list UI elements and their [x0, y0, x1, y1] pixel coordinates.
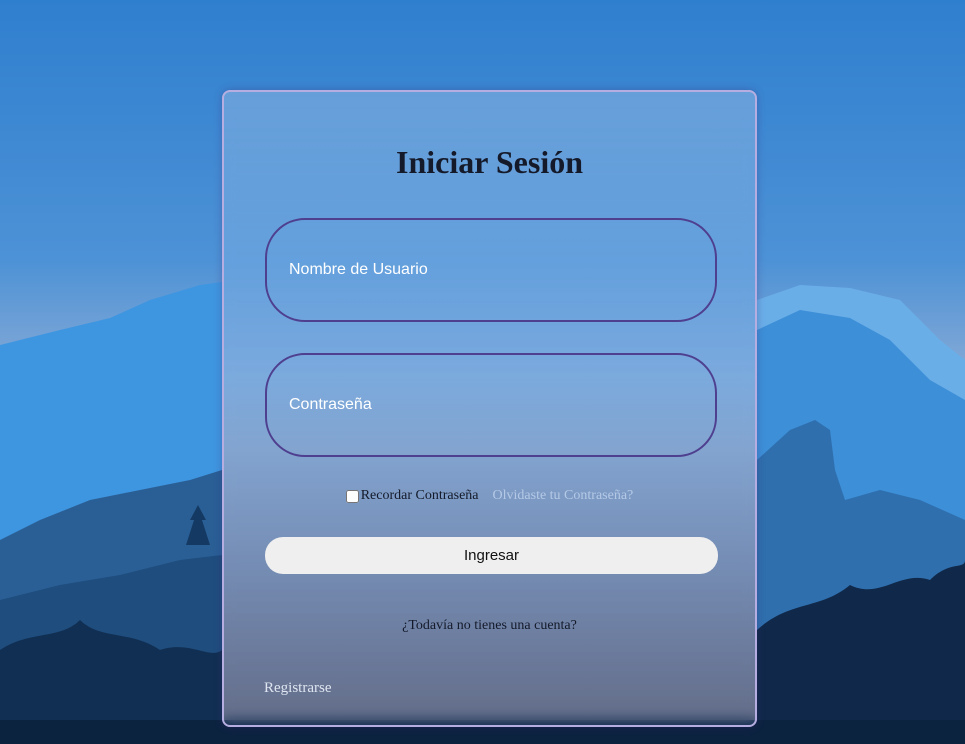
remember-label: Recordar Contraseña — [360, 488, 479, 503]
remember-password[interactable]: Recordar Contraseña — [345, 488, 479, 504]
login-button[interactable]: Ingresar — [265, 537, 718, 574]
login-title: Iniciar Sesión — [396, 144, 583, 180]
no-account-text: ¿Todavía no tienes una cuenta? — [402, 618, 577, 633]
password-field[interactable] — [265, 353, 717, 457]
login-options: Recordar Contraseña Olvidaste tu Contras… — [224, 488, 755, 504]
forgot-password-link[interactable]: Olvidaste tu Contraseña? — [493, 488, 634, 504]
remember-checkbox[interactable] — [345, 489, 359, 503]
register-link[interactable]: Registrarse — [264, 680, 331, 697]
username-field[interactable] — [265, 218, 717, 322]
username-input[interactable] — [267, 260, 715, 280]
login-card: Iniciar Sesión Recordar Contraseña Olvid… — [222, 90, 757, 727]
password-input[interactable] — [267, 395, 715, 415]
